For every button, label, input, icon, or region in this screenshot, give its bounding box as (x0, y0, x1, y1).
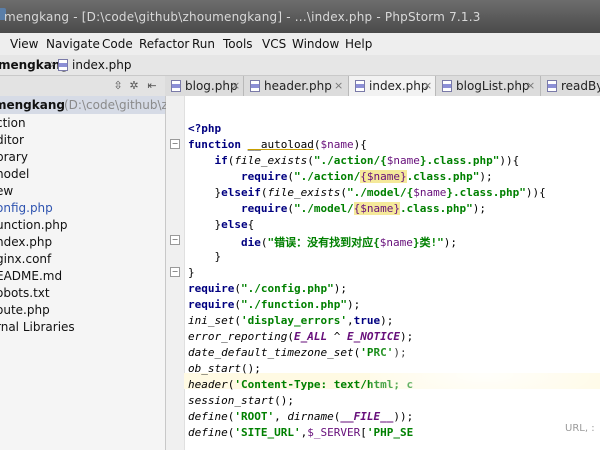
code-line: function __autoload($name){ (188, 138, 367, 151)
breadcrumb-file[interactable]: index.php (72, 58, 131, 72)
tab-label: blog.php (185, 79, 238, 93)
code-line: die("错误：没有找到对应{$name}类!"); (240, 236, 457, 249)
tree-item[interactable]: ditor (0, 133, 24, 147)
php-file-icon (171, 80, 181, 92)
tree-item[interactable]: nodel (0, 167, 29, 181)
menu-code[interactable]: Code (102, 37, 133, 51)
code-line: }else{ (188, 218, 255, 231)
tree-item[interactable]: obots.txt (0, 286, 50, 300)
tree-item[interactable]: ginx.conf (0, 252, 51, 266)
hide-panel-icon[interactable]: ⇤ (144, 78, 160, 94)
project-panel-toolbar: ⇳ ✲ ⇤ (0, 76, 165, 97)
collapse-icon[interactable]: ⇳ (110, 78, 126, 94)
php-file-icon (547, 80, 557, 92)
window-titlebar: mengkang - [D:\code\github\zhoumengkang]… (0, 0, 600, 33)
tab-index-php[interactable]: index.php × (349, 76, 436, 97)
chevron-right-icon: › (50, 57, 55, 71)
code-line: } (188, 266, 195, 279)
close-icon[interactable]: × (526, 79, 535, 92)
tree-item[interactable]: brary (0, 150, 28, 164)
code-line: define('SITE_URL',$_SERVER['PHP_SE (188, 426, 414, 439)
tree-item[interactable]: ndex.php (0, 235, 52, 249)
project-panel: mengkang (D:\code\github\zh ction ditor … (0, 96, 175, 450)
tab-bloglist-php[interactable]: blogList.php × (436, 76, 541, 96)
project-root[interactable]: mengkang (D:\code\github\zh (0, 96, 175, 114)
tab-label: blogList.php (456, 79, 530, 93)
code-line: if(file_exists("./action/{$name}.class.p… (214, 154, 520, 167)
menu-tools[interactable]: Tools (223, 37, 253, 51)
tree-item[interactable]: ction (0, 116, 26, 130)
fold-icon[interactable]: − (170, 139, 180, 149)
close-icon[interactable]: × (334, 79, 343, 92)
tab-label: readBy (561, 79, 600, 93)
tree-item[interactable]: oute.php (0, 303, 50, 317)
navigation-bar: mengkang › index.php (0, 55, 600, 76)
php-file-icon (442, 80, 452, 92)
tab-readby[interactable]: readBy (541, 76, 600, 96)
editor-gutter: − − − (166, 96, 185, 450)
project-root-name: mengkang (0, 98, 65, 112)
php-file-icon (355, 80, 365, 92)
code-line: <?php (188, 122, 222, 135)
tree-item[interactable]: EADME.md (0, 269, 62, 283)
tree-item[interactable]: onfig.php (0, 201, 53, 215)
menu-vcs[interactable]: VCS (262, 37, 286, 51)
fold-icon[interactable]: − (170, 235, 180, 245)
menu-navigate[interactable]: Navigate (46, 37, 100, 51)
php-file-icon (58, 59, 68, 71)
code-line: require("./action/{$name}.class.php"); (240, 170, 493, 183)
close-icon[interactable]: × (423, 79, 432, 92)
tab-label: index.php (369, 79, 429, 93)
fold-icon[interactable]: − (170, 267, 180, 277)
tab-label: header.php (264, 79, 332, 93)
tree-item[interactable]: rnal Libraries (0, 320, 75, 334)
close-icon[interactable]: × (231, 79, 240, 92)
menu-bar: View Navigate Code Refactor Run Tools VC… (0, 33, 600, 55)
tab-header-php[interactable]: header.php × (244, 76, 349, 96)
code-line: error_reporting(E_ALL ^ E_NOTICE); (188, 330, 414, 343)
screen-glare (370, 345, 600, 405)
tab-blog-php[interactable]: blog.php × (165, 76, 244, 96)
code-line: require("./function.php"); (188, 298, 361, 311)
code-line: define('ROOT', dirname(__FILE__)); (188, 410, 414, 423)
code-line: } (188, 250, 222, 263)
tree-item[interactable]: unction.php (0, 218, 67, 232)
gear-icon[interactable]: ✲ (126, 78, 142, 94)
code-line: require("./model/{$name}.class.php"); (240, 202, 487, 215)
menu-view[interactable]: View (10, 37, 38, 51)
window-title: mengkang - [D:\code\github\zhoumengkang]… (4, 10, 481, 24)
code-line: ob_start(); (188, 362, 261, 375)
tree-item[interactable]: ew (0, 184, 13, 198)
code-line: require("./config.php"); (188, 282, 347, 295)
menu-run[interactable]: Run (192, 37, 215, 51)
menu-refactor[interactable]: Refactor (139, 37, 189, 51)
php-file-icon (250, 80, 260, 92)
url-hint-text: URL, : (565, 423, 595, 434)
project-root-path: (D:\code\github\zh (64, 98, 176, 112)
code-line: ini_set('display_errors',true); (188, 314, 394, 327)
code-line: }elseif(file_exists("./model/{$name}.cla… (188, 186, 546, 199)
menu-help[interactable]: Help (345, 37, 372, 51)
menu-window[interactable]: Window (292, 37, 339, 51)
editor-tab-strip: blog.php × header.php × index.php × blog… (165, 76, 600, 97)
code-line: session_start(); (188, 394, 294, 407)
